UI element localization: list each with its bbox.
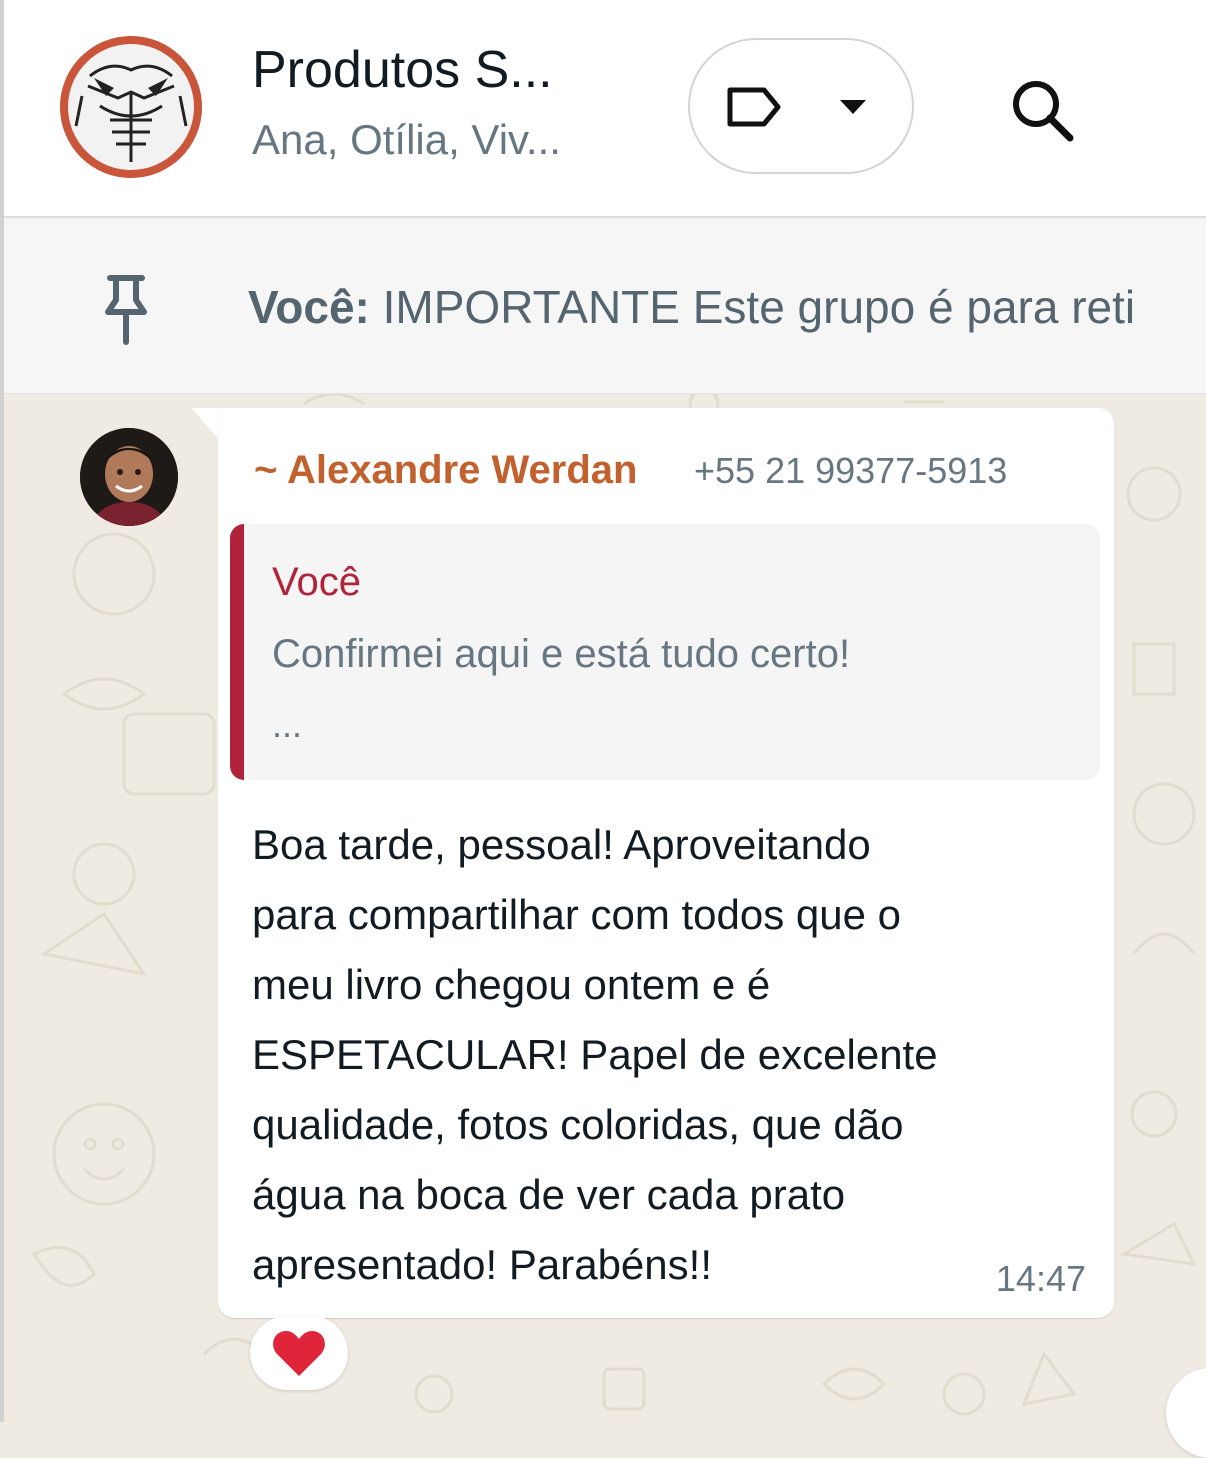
message-body: Boa tarde, pessoal! Aproveitando para co… [252, 821, 938, 1288]
sender-phone: +55 21 99377-5913 [694, 450, 1008, 491]
reaction-badge[interactable] [250, 1316, 348, 1390]
sender-avatar[interactable] [80, 428, 178, 526]
pinned-author: Você: [248, 281, 370, 333]
label-icon [727, 87, 781, 127]
quote-author: Você [272, 560, 361, 604]
quote-accent-bar [230, 524, 244, 780]
label-dropdown-button[interactable] [688, 38, 914, 174]
pinned-message-text: Você: IMPORTANTE Este grupo é para reti [248, 280, 1135, 334]
group-avatar[interactable] [60, 36, 202, 178]
window-edge [0, 0, 4, 1422]
quote-ellipsis: ... [272, 704, 303, 745]
chat-participants[interactable]: Ana, Otília, Viv... [252, 116, 561, 164]
message-bubble[interactable]: ~ Alexandre Werdan +55 21 99377-5913 Voc… [218, 408, 1114, 1318]
chat-header: Produtos S... Ana, Otília, Viv... [4, 0, 1206, 218]
pinned-message-banner[interactable]: Você: IMPORTANTE Este grupo é para reti [4, 218, 1206, 394]
pin-icon [105, 275, 147, 345]
message-time: 14:47 [995, 1258, 1086, 1299]
sender-name[interactable]: ~ Alexandre Werdan [254, 448, 637, 493]
heart-icon [273, 1331, 325, 1376]
quote-text: Confirmei aqui e está tudo certo! [272, 632, 851, 676]
caret-down-icon [840, 100, 866, 114]
pinned-content: IMPORTANTE Este grupo é para reti [382, 281, 1136, 333]
quoted-message[interactable]: Você Confirmei aqui e está tudo certo! .… [230, 524, 1100, 780]
search-icon[interactable] [1004, 72, 1084, 152]
chat-title[interactable]: Produtos S... [252, 40, 553, 100]
